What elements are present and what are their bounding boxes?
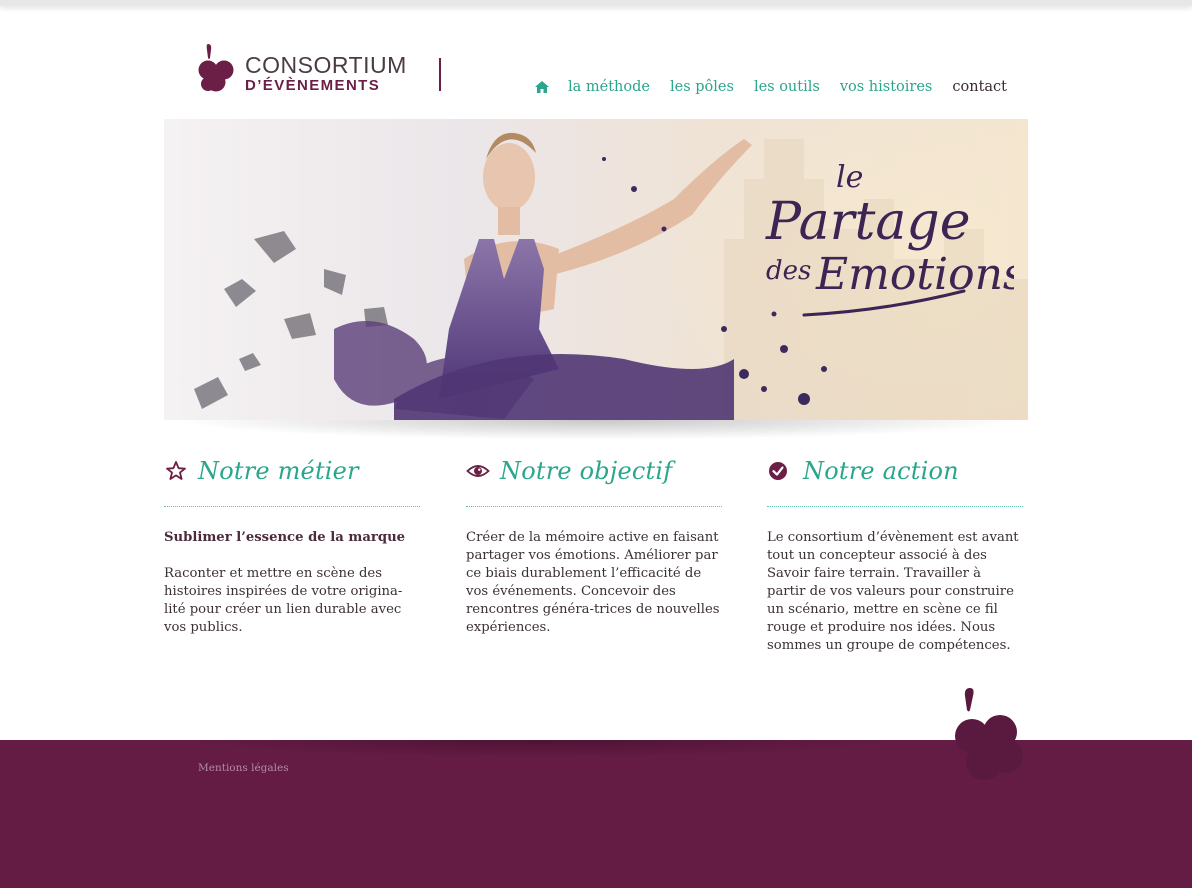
column-notre-action: Notre action Le consortium d’évènement e… [767, 454, 1023, 655]
home-icon[interactable] [534, 79, 550, 95]
column-text: Créer de la mémoire active en faisant pa… [466, 530, 720, 635]
mentions-legales-link[interactable]: Mentions légales [198, 762, 289, 774]
nav-item-la-methode[interactable]: la méthode [568, 79, 650, 95]
column-title: Notre métier [198, 457, 359, 485]
divider [164, 506, 420, 507]
svg-text:Emotions: Emotions [815, 249, 1014, 300]
main-nav: la méthode les pôles les outils vos hist… [534, 76, 1007, 98]
column-lead: Sublimer l’essence de la marque [164, 530, 406, 545]
svg-text:Partage: Partage [765, 192, 970, 252]
column-notre-metier: Notre métier Sublimer l’essence de la ma… [164, 454, 420, 637]
footer-flower-icon [955, 688, 1023, 780]
check-circle-icon [769, 462, 787, 480]
logo-divider [439, 58, 441, 91]
hero-shadow [172, 420, 1022, 440]
svg-text:le: le [836, 160, 863, 195]
logo-flower-icon [198, 44, 234, 92]
nav-item-les-outils[interactable]: les outils [754, 79, 820, 95]
hero-tagline: le Partage des Emotions [765, 160, 1014, 317]
nav-item-vos-histoires[interactable]: vos histoires [840, 79, 933, 95]
logo-text-line2: D’ÉVÈNEMENTS [245, 77, 381, 94]
column-text: Le consortium d’évènement est avant tout… [767, 530, 1019, 653]
column-title: Notre objectif [500, 457, 673, 485]
eye-icon [466, 465, 490, 477]
star-icon [166, 461, 186, 480]
column-title: Notre action [803, 457, 959, 485]
site-logo[interactable]: CONSORTIUM D’ÉVÈNEMENTS [198, 42, 448, 98]
divider [466, 506, 722, 507]
column-notre-objectif: Notre objectif Créer de la mémoire activ… [466, 454, 722, 637]
svg-text:des: des [766, 256, 811, 286]
nav-item-les-poles[interactable]: les pôles [670, 79, 734, 95]
top-bar [0, 0, 1192, 6]
divider [767, 506, 1023, 507]
nav-item-contact[interactable]: contact [952, 79, 1007, 95]
column-text: Raconter et mettre en scène des histoire… [164, 566, 403, 635]
hero-banner: le Partage des Emotions [164, 119, 1028, 420]
logo-text-line1: CONSORTIUM [245, 52, 407, 78]
footer-glow [180, 740, 900, 758]
